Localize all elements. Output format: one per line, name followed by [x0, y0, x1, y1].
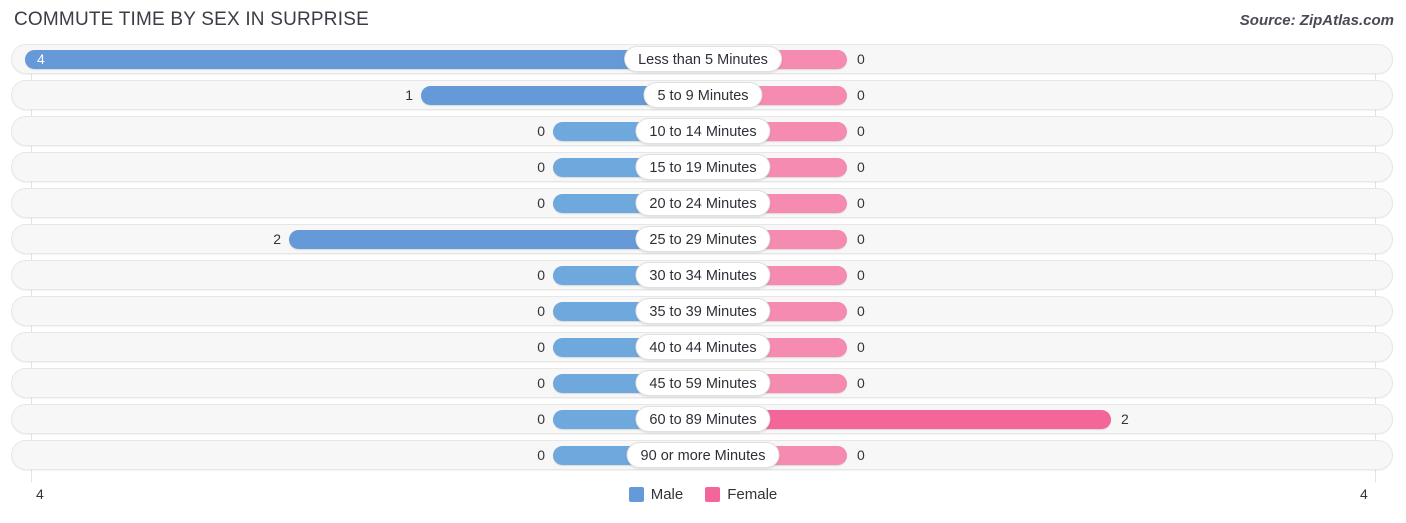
female-value-label: 0: [857, 51, 865, 67]
male-value-label: 0: [537, 195, 545, 211]
male-value-label: 0: [537, 267, 545, 283]
category-label-pill[interactable]: 60 to 89 Minutes: [635, 406, 771, 432]
bar-row[interactable]: 2 0 25 to 29 Minutes: [0, 224, 1406, 254]
chart-footer: 4 4 Male Female: [0, 482, 1406, 523]
chart-header: COMMUTE TIME BY SEX IN SURPRISE Source: …: [0, 0, 1406, 42]
category-label-pill[interactable]: 30 to 34 Minutes: [635, 262, 771, 288]
category-label-pill[interactable]: Less than 5 Minutes: [624, 46, 782, 72]
category-label-pill[interactable]: 90 or more Minutes: [626, 442, 780, 468]
female-value-label: 0: [857, 159, 865, 175]
bar-row[interactable]: 0 0 20 to 24 Minutes: [0, 188, 1406, 218]
female-value-label: 0: [857, 87, 865, 103]
male-value-label: 0: [537, 159, 545, 175]
category-label-pill[interactable]: 15 to 19 Minutes: [635, 154, 771, 180]
female-value-label: 0: [857, 123, 865, 139]
bar-row[interactable]: 0 0 40 to 44 Minutes: [0, 332, 1406, 362]
category-label-pill[interactable]: 25 to 29 Minutes: [635, 226, 771, 252]
male-value-label: 0: [537, 375, 545, 391]
bar-row[interactable]: 4 0 Less than 5 Minutes: [0, 44, 1406, 74]
male-value-label: 0: [537, 411, 545, 427]
category-label-pill[interactable]: 40 to 44 Minutes: [635, 334, 771, 360]
female-value-label: 0: [857, 447, 865, 463]
bar-row[interactable]: 0 0 10 to 14 Minutes: [0, 116, 1406, 146]
bar-row[interactable]: 1 0 5 to 9 Minutes: [0, 80, 1406, 110]
male-value-label: 0: [537, 123, 545, 139]
male-value-label: 4: [37, 51, 45, 67]
chart-plot-area: 4 0 Less than 5 Minutes 1 0 5 to 9 Minutes 0 0 1…: [0, 44, 1406, 482]
male-value-label: 1: [405, 87, 413, 103]
bar-row[interactable]: 0 0 15 to 19 Minutes: [0, 152, 1406, 182]
category-label-pill[interactable]: 35 to 39 Minutes: [635, 298, 771, 324]
female-value-label: 0: [857, 195, 865, 211]
legend-item-female[interactable]: Female: [705, 486, 777, 503]
female-value-label: 0: [857, 303, 865, 319]
male-value-label: 0: [537, 339, 545, 355]
male-value-label: 0: [537, 303, 545, 319]
bar-row[interactable]: 0 0 45 to 59 Minutes: [0, 368, 1406, 398]
category-label-pill[interactable]: 45 to 59 Minutes: [635, 370, 771, 396]
category-label-pill[interactable]: 20 to 24 Minutes: [635, 190, 771, 216]
male-bar[interactable]: [25, 50, 703, 69]
female-value-label: 0: [857, 231, 865, 247]
bar-rows: 4 0 Less than 5 Minutes 1 0 5 to 9 Minutes 0 0 1…: [0, 44, 1406, 476]
male-color-swatch-icon: [628, 487, 644, 502]
bar-row[interactable]: 0 2 60 to 89 Minutes: [0, 404, 1406, 434]
legend-item-male[interactable]: Male: [628, 486, 684, 503]
female-value-label: 0: [857, 339, 865, 355]
bar-row[interactable]: 0 0 90 or more Minutes: [0, 440, 1406, 470]
male-value-label: 2: [273, 231, 281, 247]
category-label-pill[interactable]: 10 to 14 Minutes: [635, 118, 771, 144]
chart-legend: Male Female: [0, 486, 1406, 503]
female-value-label: 2: [1121, 411, 1129, 427]
legend-label-male: Male: [650, 486, 684, 503]
bar-row[interactable]: 0 0 35 to 39 Minutes: [0, 296, 1406, 326]
female-color-swatch-icon: [705, 487, 721, 502]
source-attribution: Source: ZipAtlas.com: [1239, 12, 1394, 29]
female-value-label: 0: [857, 267, 865, 283]
bar-row[interactable]: 0 0 30 to 34 Minutes: [0, 260, 1406, 290]
page-title: COMMUTE TIME BY SEX IN SURPRISE: [14, 9, 369, 30]
legend-label-female: Female: [727, 486, 778, 503]
female-value-label: 0: [857, 375, 865, 391]
male-value-label: 0: [537, 447, 545, 463]
category-label-pill[interactable]: 5 to 9 Minutes: [643, 82, 763, 108]
